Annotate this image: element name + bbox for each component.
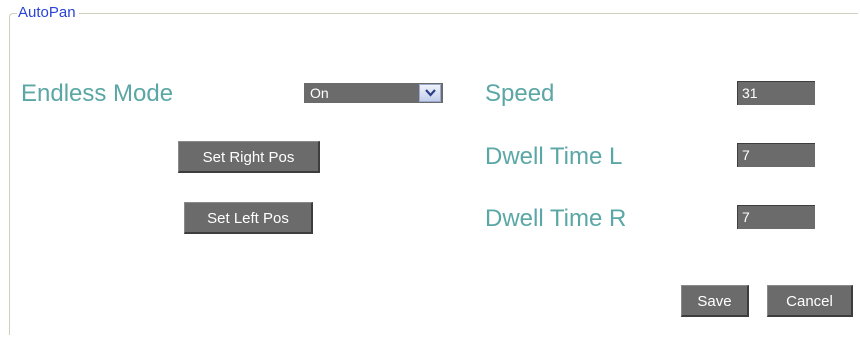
speed-input[interactable]: 31 [737,81,815,105]
endless-mode-label: Endless Mode [21,80,174,107]
cancel-button[interactable]: Cancel [767,285,853,317]
dwell-time-r-value: 7 [742,209,750,225]
group-title: AutoPan [17,4,79,22]
dwell-time-l-value: 7 [742,147,750,163]
set-right-pos-button[interactable]: Set Right Pos [178,141,320,173]
set-left-pos-button[interactable]: Set Left Pos [184,202,313,234]
chevron-down-icon[interactable] [419,84,441,102]
speed-label: Speed [485,80,555,107]
dwell-time-l-input[interactable]: 7 [737,143,815,167]
endless-mode-value: On [310,85,329,101]
autopan-panel: AutoPan Endless Mode On Speed 31 Set Rig… [0,0,860,337]
speed-value: 31 [742,85,758,101]
save-button[interactable]: Save [681,285,749,317]
dwell-time-r-input[interactable]: 7 [737,205,815,229]
dwell-time-r-label: Dwell Time R [485,205,627,232]
endless-mode-select[interactable]: On [304,83,443,103]
dwell-time-l-label: Dwell Time L [485,143,623,170]
